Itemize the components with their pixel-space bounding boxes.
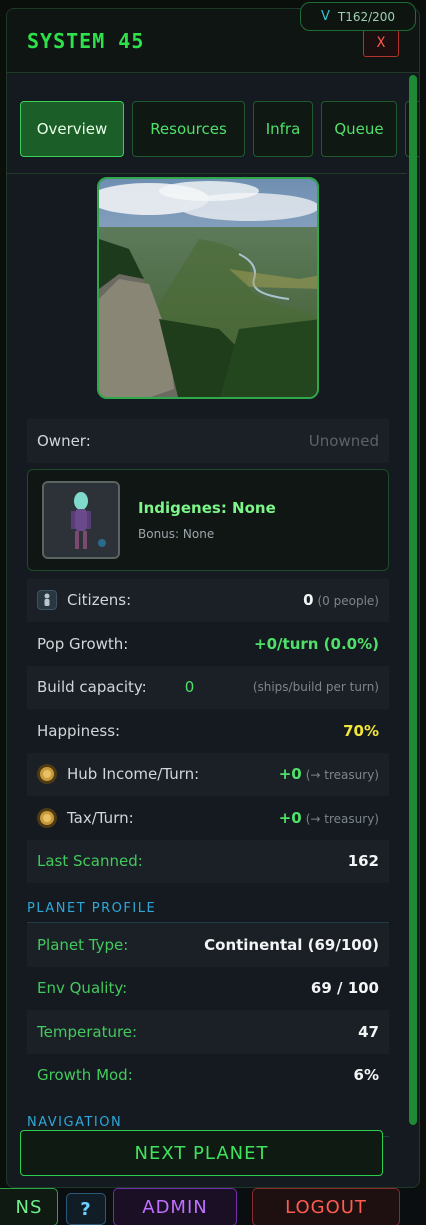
- tab-resources[interactable]: Resources: [132, 101, 245, 157]
- close-button[interactable]: X: [363, 29, 399, 57]
- citizens-note: (0 people): [317, 594, 380, 609]
- hub-income-value: +0: [278, 765, 302, 784]
- citizens-row: Citizens: 0 (0 people): [27, 578, 389, 622]
- alien-portrait-icon: [42, 480, 120, 559]
- planet-image: [97, 177, 319, 399]
- hub-income-row: Hub Income/Turn: +0 (→ treasury): [27, 752, 389, 796]
- hub-income-label: Hub Income/Turn:: [67, 765, 200, 784]
- temperature-value: 47: [358, 1022, 379, 1041]
- coin-icon: [37, 807, 57, 828]
- citizens-label: Citizens:: [67, 591, 132, 610]
- pop-growth-value: +0/turn (0.0%): [254, 634, 379, 653]
- tax-row: Tax/Turn: +0 (→ treasury): [27, 796, 389, 840]
- tab-bar: Overview Resources Infra Queue: [7, 101, 419, 167]
- planet-type-value: Continental (69/100): [204, 935, 379, 954]
- pop-growth-label: Pop Growth:: [37, 634, 129, 653]
- growth-mod-value: 6%: [353, 1066, 379, 1085]
- build-capacity-label: Build capacity:: [37, 678, 147, 697]
- tax-note: (→ treasury): [305, 811, 379, 826]
- build-capacity-row: Build capacity: 0 (ships/build per turn): [27, 665, 389, 709]
- ns-button[interactable]: NS: [0, 1188, 58, 1225]
- help-button[interactable]: ?: [66, 1193, 106, 1225]
- chevron-down-icon[interactable]: V: [321, 9, 330, 24]
- scrollbar-thumb[interactable]: [409, 75, 417, 1125]
- env-quality-value: 69 / 100: [310, 979, 379, 998]
- owner-row: Owner: Unowned: [27, 419, 389, 463]
- panel-title: SYSTEM 45: [27, 28, 145, 53]
- tab-queue[interactable]: Queue: [321, 101, 397, 157]
- last-scanned-row: Last Scanned: 162: [27, 839, 389, 883]
- env-quality-label: Env Quality:: [37, 979, 128, 998]
- happiness-label: Happiness:: [37, 721, 121, 740]
- tab-divider: [7, 173, 407, 174]
- growth-mod-row: Growth Mod: 6%: [27, 1054, 389, 1098]
- happiness-row: Happiness: 70%: [27, 709, 389, 753]
- build-capacity-value: 0: [184, 678, 195, 697]
- last-scanned-label: Last Scanned:: [37, 852, 143, 871]
- turn-counter-badge: V T162/200: [300, 2, 416, 31]
- admin-button[interactable]: ADMIN: [113, 1188, 237, 1225]
- turn-counter-label: T162/200: [337, 9, 396, 24]
- planet-type-label: Planet Type:: [37, 935, 129, 954]
- tab-overview[interactable]: Overview: [20, 101, 124, 157]
- temperature-label: Temperature:: [37, 1022, 138, 1041]
- indigenes-title: Indigenes: None: [138, 498, 276, 517]
- citizens-value: 0: [303, 591, 314, 610]
- indigenes-bonus: Bonus: None: [138, 526, 215, 541]
- planet-details: Owner: Unowned Indigenes: None Bonus: No: [27, 419, 389, 1137]
- planet-type-row: Planet Type: Continental (69/100): [27, 923, 389, 967]
- person-icon: [37, 590, 57, 611]
- tax-value: +0: [278, 808, 302, 827]
- owner-label: Owner:: [37, 431, 91, 450]
- planet-profile-heading: PLANET PROFILE: [27, 883, 389, 923]
- logout-button[interactable]: LOGOUT: [252, 1188, 400, 1225]
- hub-income-note: (→ treasury): [305, 768, 379, 783]
- last-scanned-value: 162: [347, 852, 379, 871]
- coin-icon: [37, 764, 57, 785]
- pop-growth-row: Pop Growth: +0/turn (0.0%): [27, 622, 389, 666]
- env-quality-row: Env Quality: 69 / 100: [27, 967, 389, 1011]
- growth-mod-label: Growth Mod:: [37, 1066, 133, 1085]
- system-panel: SYSTEM 45 X Overview Resources Infra Que…: [6, 8, 420, 1188]
- owner-value: Unowned: [308, 431, 379, 450]
- tax-label: Tax/Turn:: [67, 808, 134, 827]
- happiness-value: 70%: [343, 721, 379, 740]
- temperature-row: Temperature: 47: [27, 1010, 389, 1054]
- indigenes-card: Indigenes: None Bonus: None: [27, 468, 389, 571]
- build-capacity-note: (ships/build per turn): [252, 680, 379, 695]
- next-planet-button[interactable]: NEXT PLANET: [20, 1130, 383, 1176]
- tab-infra[interactable]: Infra: [253, 101, 313, 157]
